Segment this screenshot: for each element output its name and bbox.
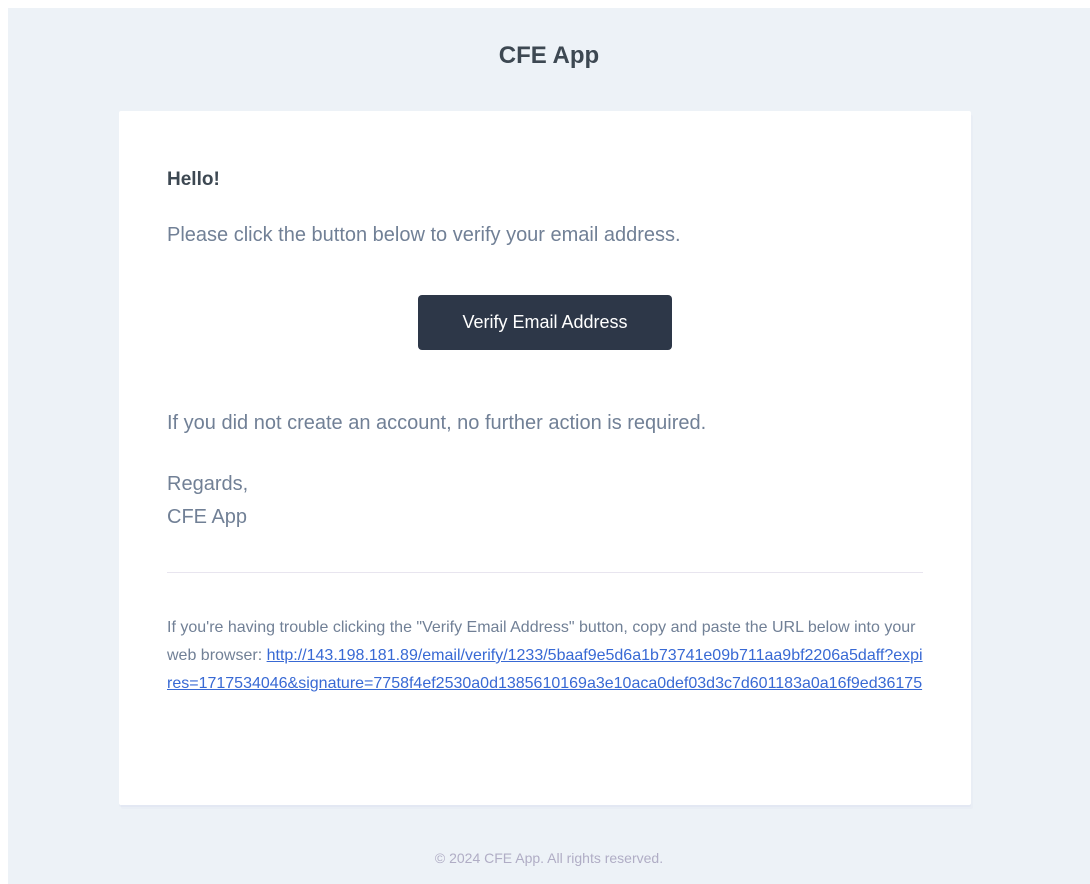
email-header: CFE App [8, 8, 1090, 103]
greeting-heading: Hello! [167, 169, 220, 190]
app-name-link[interactable]: CFE App [499, 42, 599, 70]
email-wrapper: CFE App Hello! Please click the button b… [8, 8, 1090, 884]
verify-email-button[interactable]: Verify Email Address [418, 295, 672, 350]
salutation: Regards, CFE App [167, 468, 248, 534]
regards-text: Regards, [167, 473, 249, 495]
subcopy-divider [167, 572, 923, 573]
email-body-card: Hello! Please click the button below to … [119, 111, 971, 805]
intro-text: Please click the button below to verify … [167, 224, 681, 246]
signature-text: CFE App [167, 506, 248, 528]
subcopy-text: If you're having trouble clicking the "V… [167, 614, 923, 698]
footer-copyright: © 2024 CFE App. All rights reserved. [434, 850, 664, 866]
outro-text: If you did not create an account, no fur… [167, 412, 707, 434]
verify-url-link[interactable]: http://143.198.181.89/email/verify/1233/… [167, 647, 923, 692]
